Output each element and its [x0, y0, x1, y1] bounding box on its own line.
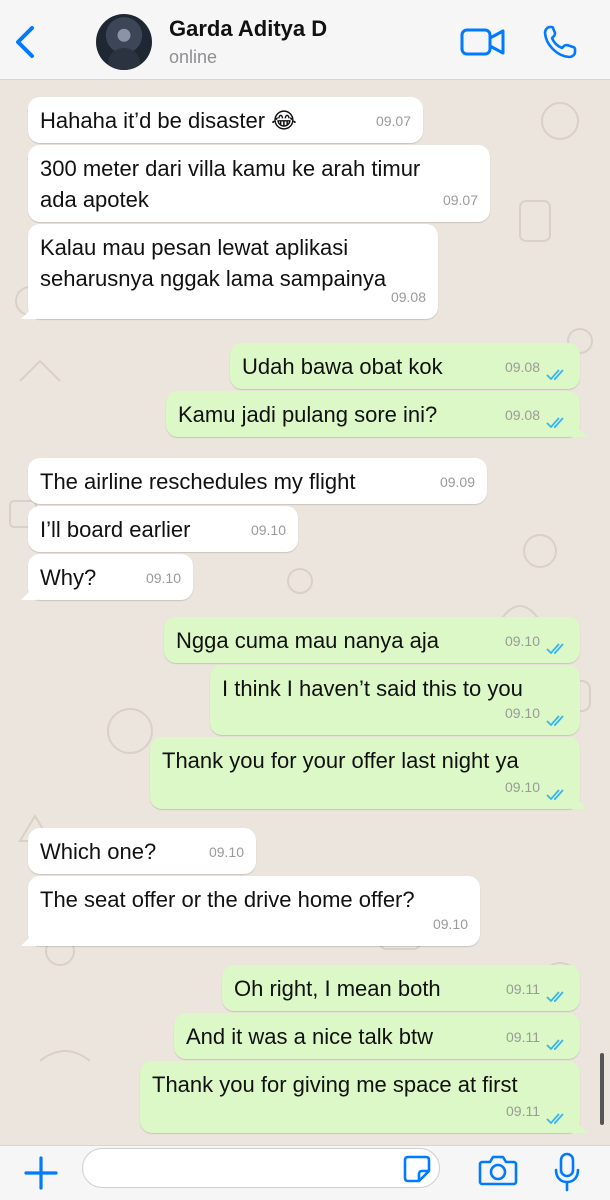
message-bubble-outgoing[interactable]: Oh right, I mean both 09.11	[222, 965, 580, 1011]
read-ticks-icon	[546, 643, 564, 655]
message-text: The seat offer or the drive home offer?	[40, 887, 415, 912]
message-time: 09.08	[504, 359, 540, 375]
read-ticks-icon	[546, 1039, 564, 1051]
read-ticks-icon	[546, 1113, 564, 1125]
message-text: The airline reschedules my flight	[40, 469, 356, 494]
contact-name[interactable]: Garda Aditya D	[169, 16, 327, 42]
chevron-left-icon[interactable]	[10, 24, 40, 60]
message-bubble-outgoing[interactable]: Ngga cuma mau nanya aja 09.10	[164, 617, 580, 663]
message-time: 09.10	[250, 522, 286, 538]
message-bubble-outgoing[interactable]: Thank you for giving me space at first 0…	[140, 1061, 580, 1133]
message-time: 09.07	[375, 113, 411, 129]
chat-header: Garda Aditya D online	[0, 0, 610, 80]
read-ticks-icon	[546, 369, 564, 381]
message-bubble-incoming[interactable]: Which one? 09.10	[28, 828, 256, 874]
message-time: 09.07	[442, 192, 478, 208]
read-ticks-icon	[546, 715, 564, 727]
message-bubble-outgoing[interactable]: I think I haven’t said this to you 09.10	[210, 665, 580, 735]
video-camera-icon[interactable]	[460, 26, 506, 58]
scrollbar[interactable]	[600, 1053, 604, 1125]
camera-icon[interactable]	[478, 1154, 518, 1186]
phone-icon[interactable]	[542, 24, 578, 60]
message-bubble-outgoing[interactable]: Udah bawa obat kok 09.08	[230, 343, 580, 389]
message-bubble-incoming[interactable]: Kalau mau pesan lewat aplikasi seharusny…	[28, 224, 438, 319]
contact-status: online	[169, 47, 218, 67]
message-bubble-incoming[interactable]: The airline reschedules my flight 09.09	[28, 458, 487, 504]
message-bubble-outgoing[interactable]: Thank you for your offer last night ya 0…	[150, 737, 580, 809]
message-time: 09.10	[504, 705, 540, 721]
message-time: 09.09	[439, 474, 475, 490]
message-time: 09.08	[504, 407, 540, 423]
message-time: 09.10	[432, 916, 468, 932]
message-time: 09.11	[506, 1103, 540, 1119]
message-time: 09.10	[145, 570, 181, 586]
chat-area[interactable]: Hahaha it’d be disaster 😂 09.07 300 mete…	[0, 81, 610, 1145]
sticker-icon[interactable]	[402, 1154, 432, 1184]
message-text: Hahaha it’d be disaster 😂	[40, 108, 297, 133]
message-bubble-incoming[interactable]: I’ll board earlier 09.10	[28, 506, 298, 552]
message-bubble-outgoing[interactable]: Kamu jadi pulang sore ini? 09.08	[166, 391, 580, 437]
message-text: Kalau mau pesan lewat aplikasi seharusny…	[40, 235, 387, 291]
message-time: 09.10	[504, 633, 540, 649]
read-ticks-icon	[546, 417, 564, 429]
message-time: 09.10	[504, 779, 540, 795]
message-time: 09.10	[208, 844, 244, 860]
message-time: 09.11	[506, 981, 540, 997]
message-bubble-incoming[interactable]: Hahaha it’d be disaster 😂 09.07	[28, 97, 423, 143]
read-ticks-icon	[546, 789, 564, 801]
message-bubble-incoming[interactable]: The seat offer or the drive home offer? …	[28, 876, 480, 946]
message-time: 09.08	[390, 289, 426, 305]
read-ticks-icon	[546, 991, 564, 1003]
message-text: 300 meter dari villa kamu ke arah timur …	[40, 156, 421, 212]
message-bubble-incoming[interactable]: Why? 09.10	[28, 554, 193, 600]
message-time: 09.11	[506, 1029, 540, 1045]
plus-icon[interactable]	[22, 1154, 60, 1192]
message-bubble-incoming[interactable]: 300 meter dari villa kamu ke arah timur …	[28, 145, 490, 222]
avatar[interactable]	[96, 14, 152, 70]
message-bubble-outgoing[interactable]: And it was a nice talk btw 09.11	[174, 1013, 580, 1059]
microphone-icon[interactable]	[553, 1152, 581, 1192]
compose-bar	[0, 1145, 610, 1200]
message-text: I’ll board earlier	[40, 517, 191, 542]
message-input[interactable]	[82, 1148, 440, 1188]
